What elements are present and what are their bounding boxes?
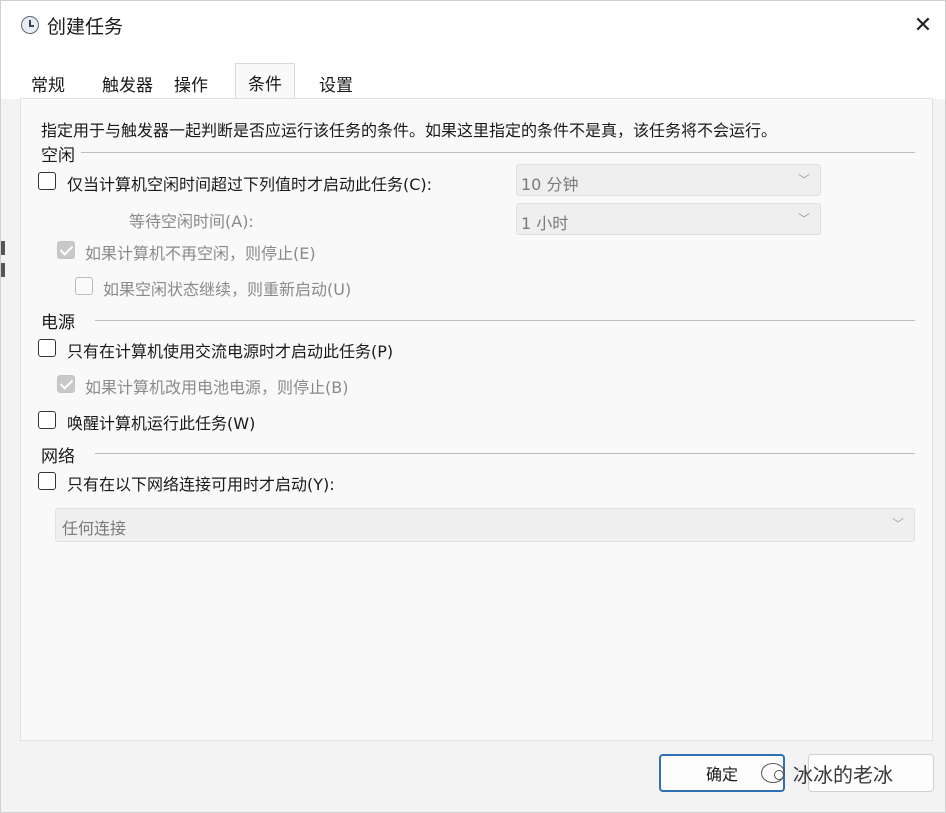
tab-settings[interactable]: 设置 xyxy=(319,71,353,96)
restart-if-idle-label: 如果空闲状态继续，则重新启动(U) xyxy=(103,280,352,299)
network-only-checkbox[interactable] xyxy=(38,472,56,490)
network-group-divider xyxy=(95,453,915,454)
idle-group-label: 空闲 xyxy=(41,146,75,166)
tab-conditions[interactable]: 条件 xyxy=(235,63,295,99)
idle-duration-dropdown[interactable]: 10 分钟 ﹀ xyxy=(516,164,821,196)
network-connection-dropdown[interactable]: 任何连接 ﹀ xyxy=(55,508,915,542)
ac-power-only-checkbox[interactable] xyxy=(38,339,56,357)
chevron-down-icon: ﹀ xyxy=(891,517,904,531)
idle-group-divider xyxy=(81,152,915,153)
ac-power-only-label: 只有在计算机使用交流电源时才启动此任务(P) xyxy=(67,342,394,361)
task-scheduler-clock-icon xyxy=(21,16,39,34)
tab-strip: 常规 触发器 操作 条件 设置 xyxy=(1,49,945,99)
edge-fragment xyxy=(1,241,5,255)
edge-fragment xyxy=(1,263,5,277)
close-button[interactable]: ✕ xyxy=(907,9,939,41)
chevron-down-icon: ﹀ xyxy=(797,212,810,226)
title-bar: 创建任务 ✕ xyxy=(1,1,945,49)
tab-actions[interactable]: 操作 xyxy=(174,71,208,96)
chevron-down-icon: ﹀ xyxy=(797,173,810,187)
start-if-idle-checkbox[interactable] xyxy=(38,172,56,190)
network-connection-value: 任何连接 xyxy=(62,519,127,538)
idle-duration-value: 10 分钟 xyxy=(521,175,579,194)
network-group-label: 网络 xyxy=(41,447,75,467)
watermark: 冰冰的老冰 xyxy=(761,759,893,787)
stop-if-not-idle-label: 如果计算机不再空闲，则停止(E) xyxy=(85,244,316,263)
stop-if-not-idle-checkbox[interactable] xyxy=(57,241,75,259)
create-task-window: 创建任务 ✕ 常规 触发器 操作 条件 设置 指定用于与触发器一起判断是否应运行… xyxy=(0,0,946,813)
wechat-icon xyxy=(761,763,785,783)
restart-if-idle-checkbox[interactable] xyxy=(75,277,93,295)
window-title: 创建任务 xyxy=(47,16,124,38)
conditions-description: 指定用于与触发器一起判断是否应运行该任务的条件。如果这里指定的条件不是真，该任务… xyxy=(41,121,778,140)
wait-duration-dropdown[interactable]: 1 小时 ﹀ xyxy=(516,203,821,235)
power-group-divider xyxy=(95,320,915,321)
tab-general[interactable]: 常规 xyxy=(31,71,65,96)
power-group-label: 电源 xyxy=(41,313,75,333)
stop-on-battery-checkbox[interactable] xyxy=(57,375,75,393)
tab-triggers[interactable]: 触发器 xyxy=(102,71,153,96)
network-only-label: 只有在以下网络连接可用时才启动(Y): xyxy=(67,475,335,494)
start-if-idle-label: 仅当计算机空闲时间超过下列值时才启动此任务(C): xyxy=(67,175,433,194)
wake-computer-label: 唤醒计算机运行此任务(W) xyxy=(67,414,256,433)
wake-computer-checkbox[interactable] xyxy=(38,411,56,429)
wait-idle-label: 等待空闲时间(A): xyxy=(129,212,254,231)
stop-on-battery-label: 如果计算机改用电池电源，则停止(B) xyxy=(85,378,349,397)
wait-duration-value: 1 小时 xyxy=(521,214,569,233)
watermark-text: 冰冰的老冰 xyxy=(793,762,893,787)
